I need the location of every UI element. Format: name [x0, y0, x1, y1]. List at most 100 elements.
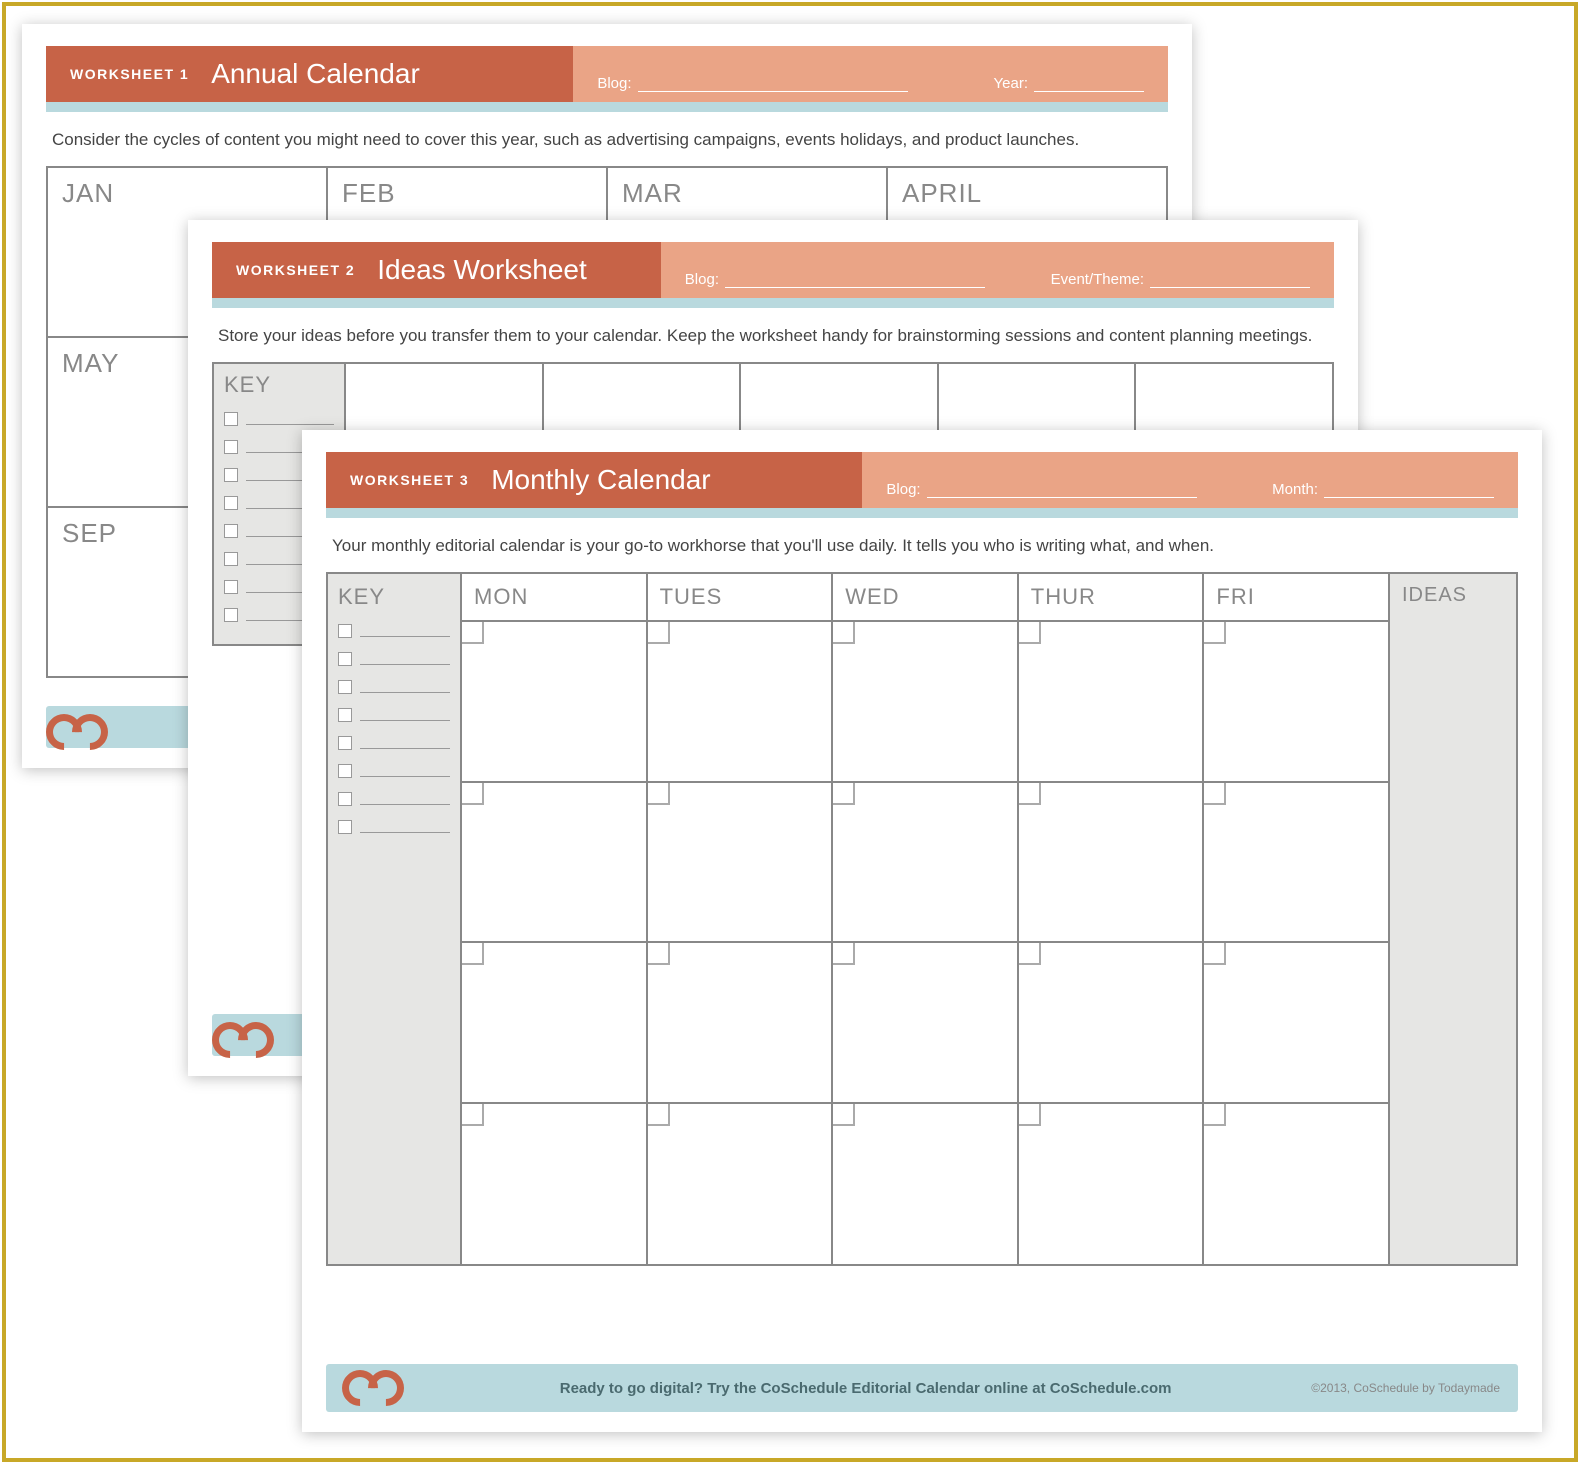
date-notch — [462, 943, 484, 965]
date-notch — [1204, 622, 1226, 644]
worksheet-title: Ideas Worksheet — [377, 254, 587, 286]
day-cell — [1019, 1104, 1205, 1265]
key-row — [338, 680, 450, 694]
key-row — [224, 412, 334, 426]
year-field: Year: — [994, 75, 1144, 92]
date-notch — [1204, 943, 1226, 965]
checkbox-icon — [338, 680, 352, 694]
key-row — [338, 764, 450, 778]
key-heading: KEY — [338, 584, 450, 610]
copyright: ©2013, CoSchedule by Todaymade — [1311, 1381, 1500, 1395]
day-cell — [1019, 783, 1205, 944]
header-right: Blog: Event/Theme: — [661, 242, 1334, 298]
week-row — [462, 1104, 1388, 1265]
field-label: Blog: — [685, 271, 719, 288]
header-left: WORKSHEET 3 Monthly Calendar — [326, 452, 862, 508]
worksheet-number: WORKSHEET 3 — [350, 472, 469, 488]
date-notch — [833, 622, 855, 644]
accent-bar — [212, 298, 1334, 308]
date-notch — [833, 943, 855, 965]
field-line — [638, 76, 908, 92]
day-cell — [1204, 622, 1388, 783]
date-notch — [833, 783, 855, 805]
checkbox-icon — [224, 412, 238, 426]
ideas-heading: IDEAS — [1402, 584, 1504, 607]
month-label: APRIL — [902, 178, 1152, 209]
checkbox-icon — [338, 736, 352, 750]
header: WORKSHEET 3 Monthly Calendar Blog: Month… — [326, 452, 1518, 508]
date-notch — [1019, 1104, 1041, 1126]
key-row — [338, 624, 450, 638]
checkbox-icon — [338, 624, 352, 638]
key-line — [360, 793, 450, 805]
day-header-row: MON TUES WED THUR FRI — [462, 574, 1388, 622]
header-left: WORKSHEET 2 Ideas Worksheet — [212, 242, 661, 298]
checkbox-icon — [224, 468, 238, 482]
day-header: WED — [833, 574, 1019, 622]
key-line — [246, 413, 334, 425]
blog-field: Blog: — [597, 75, 907, 92]
key-row — [338, 792, 450, 806]
checkbox-icon — [338, 708, 352, 722]
month-field: Month: — [1272, 481, 1494, 498]
week-row — [462, 943, 1388, 1104]
date-notch — [648, 622, 670, 644]
date-notch — [462, 783, 484, 805]
date-notch — [1204, 783, 1226, 805]
header-right: Blog: Year: — [573, 46, 1168, 102]
footer-text: Ready to go digital? Try the CoSchedule … — [420, 1380, 1311, 1397]
checkbox-icon — [338, 792, 352, 806]
logo-icon — [212, 1022, 274, 1058]
day-cell — [833, 783, 1019, 944]
description: Consider the cycles of content you might… — [46, 112, 1168, 166]
date-notch — [1019, 622, 1041, 644]
day-header: MON — [462, 574, 648, 622]
logo-icon — [342, 1370, 404, 1406]
month-label: MAR — [622, 178, 872, 209]
field-label: Blog: — [597, 75, 631, 92]
date-notch — [1019, 783, 1041, 805]
blog-field: Blog: — [685, 271, 985, 288]
logo-icon — [46, 714, 108, 750]
day-cell — [648, 622, 834, 783]
week-row — [462, 622, 1388, 783]
worksheet-number: WORKSHEET 2 — [236, 262, 355, 278]
key-line — [360, 737, 450, 749]
header: WORKSHEET 2 Ideas Worksheet Blog: Event/… — [212, 242, 1334, 298]
field-line — [1150, 272, 1310, 288]
checkbox-icon — [338, 764, 352, 778]
event-theme-field: Event/Theme: — [1051, 271, 1310, 288]
month-label: JAN — [62, 178, 312, 209]
day-cell — [1204, 943, 1388, 1104]
worksheet-monthly: WORKSHEET 3 Monthly Calendar Blog: Month… — [302, 430, 1542, 1432]
key-row — [338, 652, 450, 666]
ideas-column: IDEAS — [1388, 574, 1516, 1264]
header-right: Blog: Month: — [862, 452, 1518, 508]
header-left: WORKSHEET 1 Annual Calendar — [46, 46, 573, 102]
description: Store your ideas before you transfer the… — [212, 308, 1334, 362]
accent-bar — [46, 102, 1168, 112]
checkbox-icon — [224, 524, 238, 538]
key-line — [360, 625, 450, 637]
key-column: KEY — [328, 574, 462, 1264]
date-notch — [648, 783, 670, 805]
key-row — [338, 736, 450, 750]
day-cell — [833, 1104, 1019, 1265]
day-cell — [1204, 783, 1388, 944]
monthly-grid: KEY MON TUES WED THUR FRI — [326, 572, 1518, 1266]
key-row — [338, 708, 450, 722]
checkbox-icon — [224, 552, 238, 566]
key-line — [360, 821, 450, 833]
key-line — [360, 765, 450, 777]
day-cell — [1019, 943, 1205, 1104]
day-header: TUES — [648, 574, 834, 622]
accent-bar — [326, 508, 1518, 518]
checkbox-icon — [224, 608, 238, 622]
date-notch — [648, 943, 670, 965]
field-line — [927, 482, 1197, 498]
day-cell — [833, 943, 1019, 1104]
day-header: FRI — [1204, 574, 1388, 622]
worksheet-title: Monthly Calendar — [491, 464, 710, 496]
field-label: Event/Theme: — [1051, 271, 1144, 288]
date-notch — [1204, 1104, 1226, 1126]
